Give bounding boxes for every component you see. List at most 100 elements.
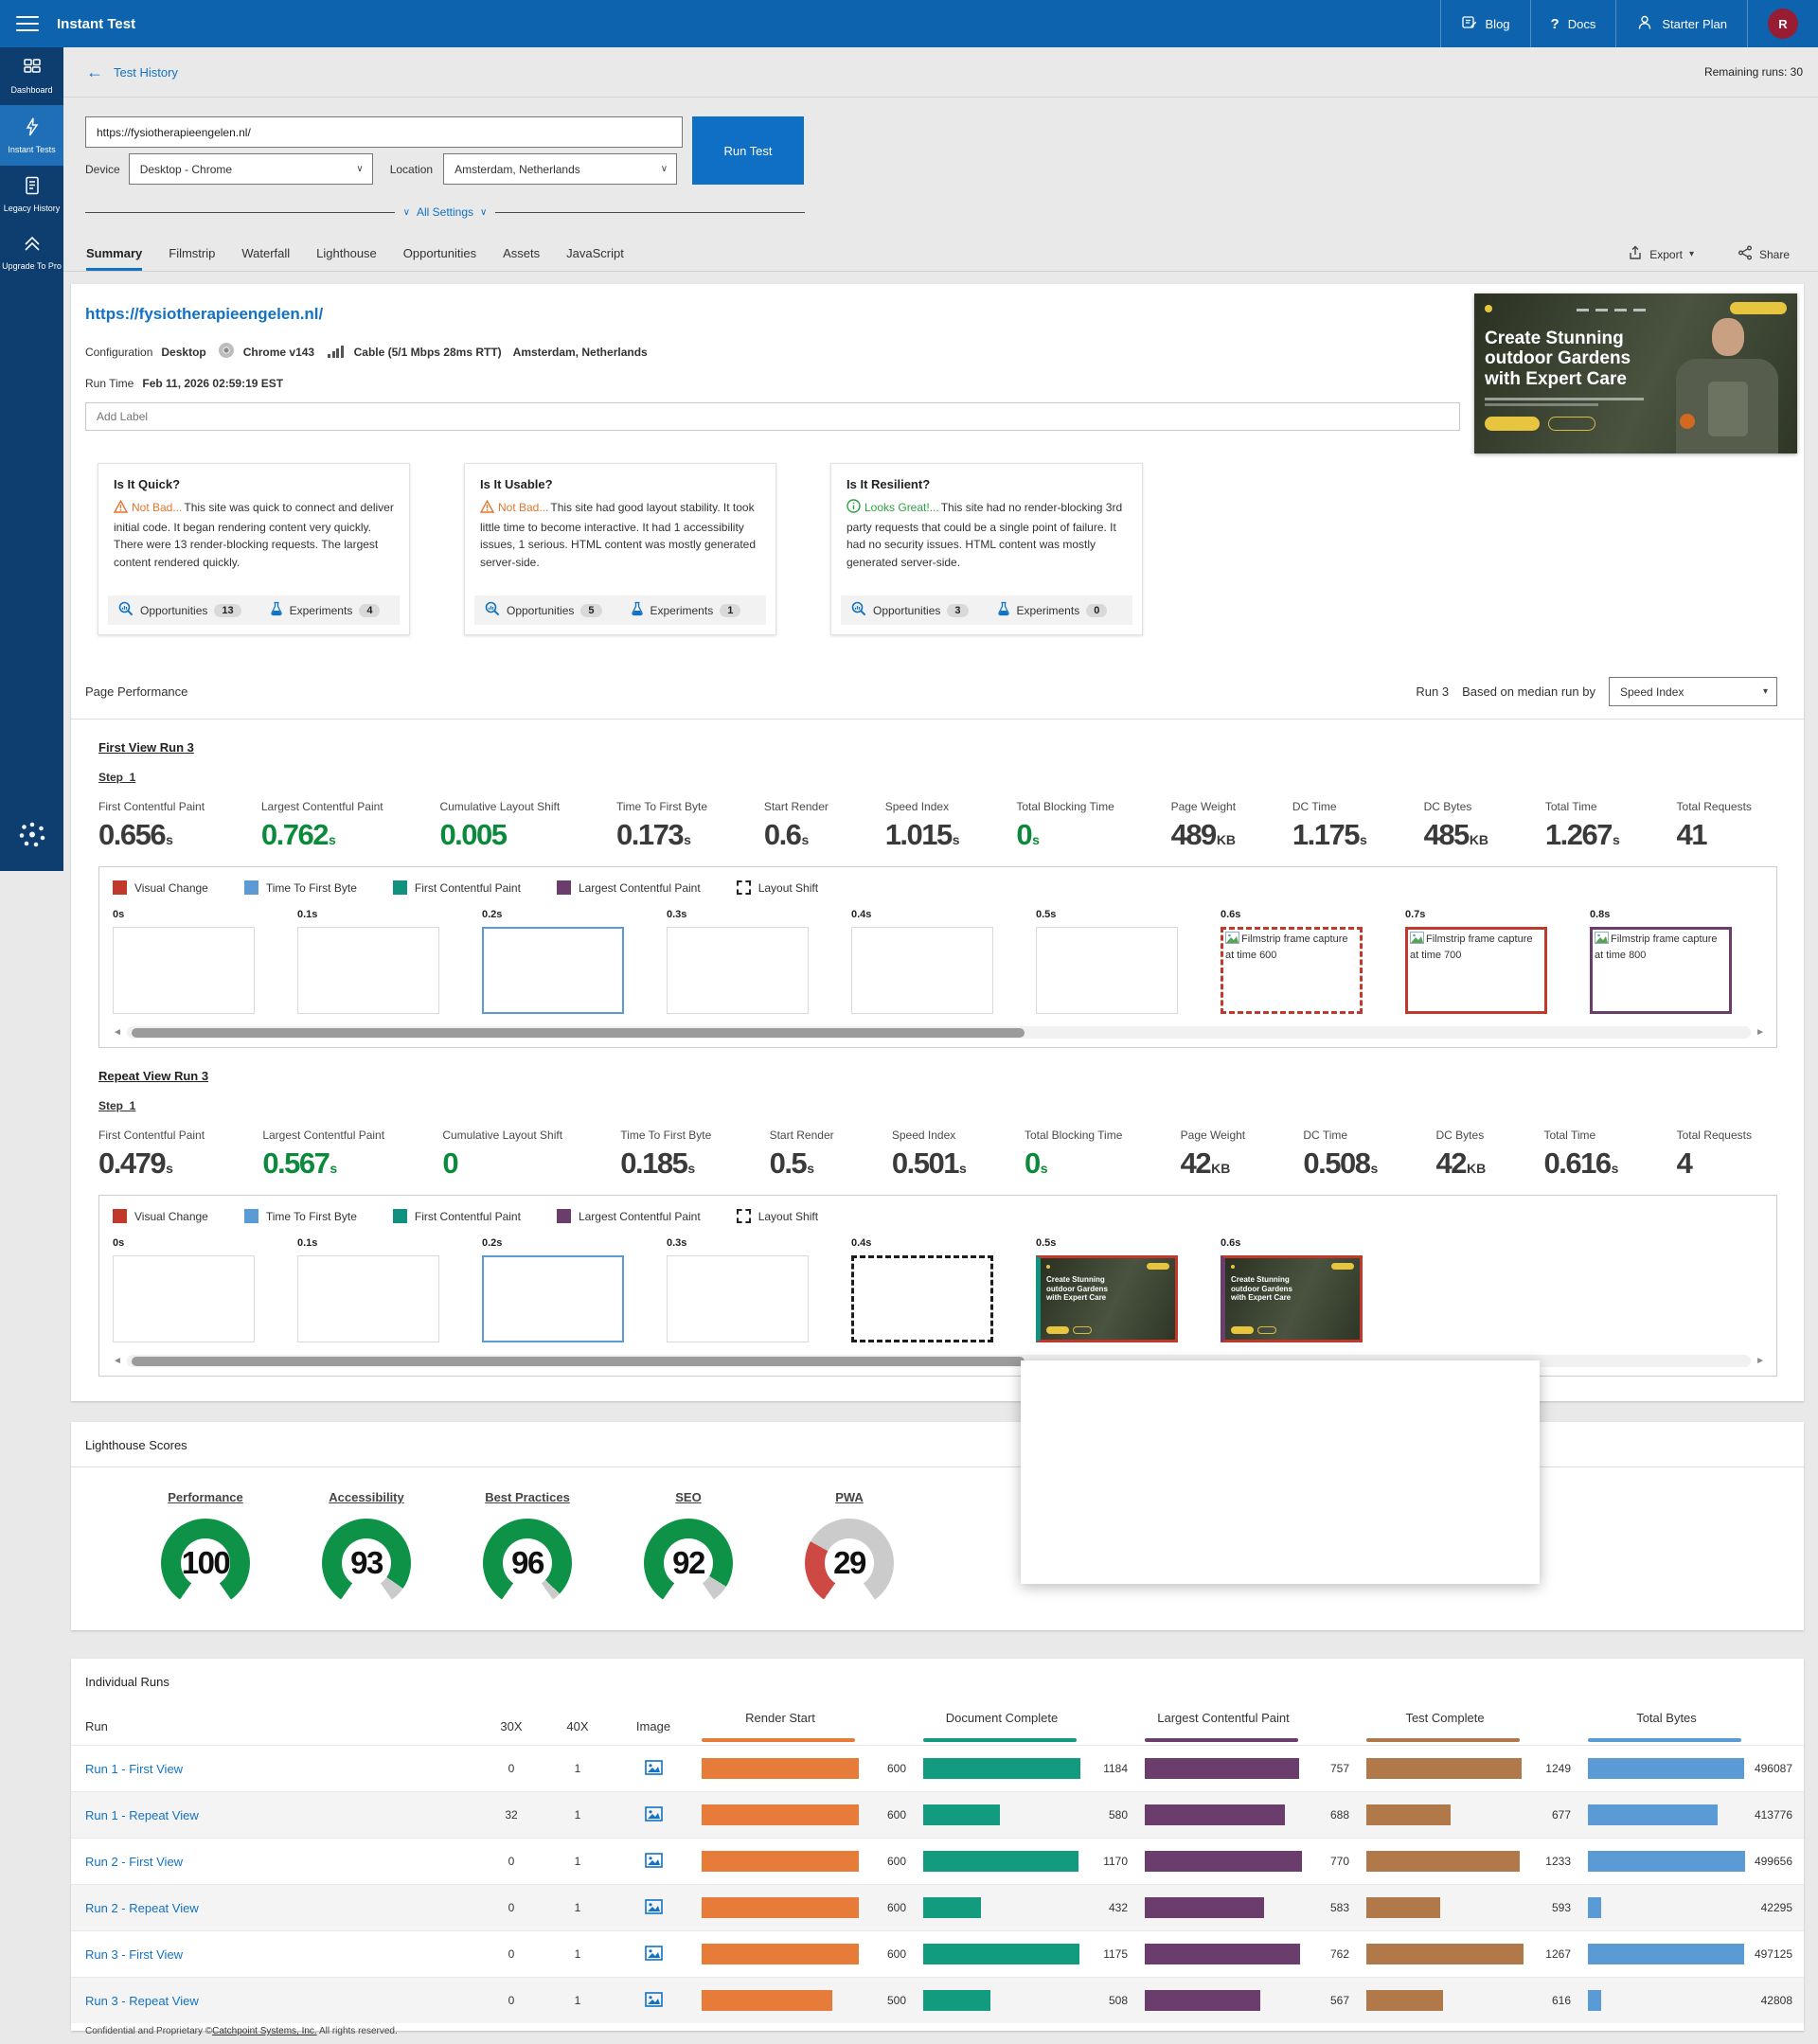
col-render_start[interactable]: Render Start: [696, 1701, 918, 1745]
tab-javascript[interactable]: JavaScript: [566, 246, 624, 271]
cell-render_start: 600: [696, 1931, 918, 1977]
avatar[interactable]: R: [1768, 9, 1798, 39]
scrollbar-track[interactable]: [126, 1026, 1752, 1039]
gauge-label[interactable]: Best Practices: [447, 1490, 608, 1504]
experiments-link[interactable]: Experiments 1: [631, 601, 741, 619]
filmstrip-frame[interactable]: [667, 927, 809, 1014]
nav-docs[interactable]: ? Docs: [1529, 0, 1616, 47]
scroll-left-icon[interactable]: ◄: [113, 1027, 122, 1038]
filmstrip-frame[interactable]: [297, 927, 439, 1014]
median-metric-select[interactable]: Speed Index ▾: [1609, 677, 1777, 706]
filmstrip-frame[interactable]: Create Stunning outdoor Gardens with Exp…: [1036, 1255, 1178, 1342]
table-row: Run 1 - First View 0 1 600 1184 757 1249 496087: [71, 1745, 1804, 1791]
add-label-input[interactable]: [85, 402, 1460, 431]
sidebar-item-dashboard[interactable]: Dashboard: [0, 47, 63, 105]
filmstrip-frame[interactable]: [113, 927, 255, 1014]
run-link[interactable]: Run 2 - Repeat View: [71, 1901, 478, 1915]
first-view-link[interactable]: First View Run 3: [98, 740, 194, 755]
metric-value: 432: [1108, 1901, 1128, 1914]
opportunities-link[interactable]: Opportunities 5: [485, 601, 602, 619]
gauge-label[interactable]: Performance: [125, 1490, 286, 1504]
filmstrip-frame[interactable]: [482, 1255, 624, 1342]
device-select[interactable]: Desktop - Chrome ∨: [128, 153, 373, 185]
location-select[interactable]: Amsterdam, Netherlands ∨: [443, 153, 678, 185]
image-icon[interactable]: [611, 1805, 696, 1824]
image-icon[interactable]: [611, 1991, 696, 2010]
legend-swatch: [243, 1209, 258, 1223]
cell-render_start: 600: [696, 1746, 918, 1791]
step-link[interactable]: Step_1: [98, 771, 135, 784]
filmstrip-frame[interactable]: Filmstrip frame capture at time 700: [1405, 927, 1547, 1014]
filmstrip-frame[interactable]: [113, 1255, 255, 1342]
scrollbar-thumb[interactable]: [131, 1027, 1025, 1038]
run-link[interactable]: Run 2 - First View: [71, 1855, 478, 1869]
filmstrip-frame[interactable]: [482, 927, 624, 1014]
tab-lighthouse[interactable]: Lighthouse: [316, 246, 377, 271]
col-doc_complete[interactable]: Document Complete: [918, 1701, 1139, 1745]
warning-icon: [113, 499, 129, 516]
share-button[interactable]: Share: [1738, 245, 1790, 263]
scroll-right-icon[interactable]: ►: [1756, 1356, 1765, 1366]
filmstrip-frame[interactable]: [851, 927, 993, 1014]
flask-icon: [270, 601, 283, 619]
step-link[interactable]: Step_1: [98, 1099, 135, 1112]
catchpoint-link[interactable]: Catchpoint Systems, Inc.: [212, 2026, 317, 2036]
cell-lcp: 567: [1139, 1978, 1361, 2023]
scroll-left-icon[interactable]: ◄: [113, 1356, 122, 1366]
all-settings-toggle[interactable]: ∨ All Settings ∨: [403, 205, 488, 219]
run-test-button[interactable]: Run Test: [692, 116, 804, 185]
image-icon[interactable]: [611, 1759, 696, 1778]
image-icon[interactable]: [611, 1945, 696, 1964]
scroll-right-icon[interactable]: ►: [1756, 1027, 1765, 1038]
legend-layout-shift: Layout Shift: [736, 880, 818, 895]
back-label: Test History: [114, 64, 178, 80]
run-link[interactable]: Run 1 - Repeat View: [71, 1808, 478, 1822]
url-input[interactable]: [85, 116, 683, 148]
filmstrip-frames: 0s 0.1s 0.2s 0.3s 0.4s 0.5s 0.6s Filmstrip fram…: [113, 909, 1776, 1014]
blog-icon: [1461, 14, 1477, 33]
repeat-view-link[interactable]: Repeat View Run 3: [98, 1069, 208, 1083]
nav-docs-label: Docs: [1567, 16, 1596, 31]
legend-swatch: [113, 1209, 127, 1223]
hamburger-menu-icon[interactable]: [16, 11, 39, 36]
nav-blog[interactable]: Blog: [1439, 0, 1530, 47]
tab-waterfall[interactable]: Waterfall: [241, 246, 290, 271]
nav-starter-plan[interactable]: Starter Plan: [1615, 0, 1747, 47]
back-to-test-history[interactable]: ← Test History: [86, 63, 178, 80]
sidebar-item-instant-tests[interactable]: Instant Tests: [0, 104, 63, 166]
run-link[interactable]: Run 3 - First View: [71, 1947, 478, 1962]
run-link[interactable]: Run 3 - Repeat View: [71, 1994, 478, 2008]
filmstrip-frame[interactable]: [297, 1255, 439, 1342]
image-icon[interactable]: [611, 1852, 696, 1871]
image-icon[interactable]: [611, 1898, 696, 1917]
tab-filmstrip[interactable]: Filmstrip: [169, 246, 215, 271]
col-total_bytes[interactable]: Total Bytes: [1582, 1701, 1804, 1745]
gauge-label[interactable]: PWA: [769, 1490, 930, 1504]
export-button[interactable]: Export ▾: [1628, 245, 1694, 263]
opportunities-link[interactable]: Opportunities 13: [118, 601, 241, 619]
filmstrip-frame[interactable]: [851, 1255, 993, 1342]
experiments-link[interactable]: Experiments 4: [270, 601, 381, 619]
sidebar-item-legacy-history[interactable]: Legacy History: [0, 166, 63, 223]
opportunities-link[interactable]: Opportunities 3: [851, 601, 969, 619]
scrollbar-thumb[interactable]: [131, 1356, 1025, 1366]
run-link[interactable]: Run 1 - First View: [71, 1762, 478, 1776]
tab-assets[interactable]: Assets: [503, 246, 540, 271]
tab-opportunities[interactable]: Opportunities: [403, 246, 476, 271]
site-hero-title: Create Stunning outdoor Gardens with Exp…: [1485, 329, 1631, 389]
experiments-link[interactable]: Experiments 0: [997, 601, 1108, 619]
cell-test_complete: 593: [1361, 1885, 1582, 1930]
tab-summary[interactable]: Summary: [86, 246, 143, 271]
filmstrip-frame[interactable]: Filmstrip frame capture at time 800: [1590, 927, 1732, 1014]
filmstrip-frame[interactable]: Filmstrip frame capture at time 600: [1221, 927, 1363, 1014]
gauge-label[interactable]: SEO: [608, 1490, 769, 1504]
metric-bar: [1588, 1897, 1602, 1918]
filmstrip-frame[interactable]: [667, 1255, 809, 1342]
filmstrip-frame[interactable]: [1036, 927, 1178, 1014]
filmstrip-frame[interactable]: Create Stunning outdoor Gardens with Exp…: [1221, 1255, 1363, 1342]
gauge-label[interactable]: Accessibility: [286, 1490, 447, 1504]
sidebar-item-upgrade-to-pro[interactable]: Upgrade To Pro: [0, 223, 63, 281]
tested-site-url[interactable]: https://fysiotherapieengelen.nl/: [85, 305, 323, 324]
col-lcp[interactable]: Largest Contentful Paint: [1139, 1701, 1361, 1745]
col-test_complete[interactable]: Test Complete: [1361, 1701, 1582, 1745]
